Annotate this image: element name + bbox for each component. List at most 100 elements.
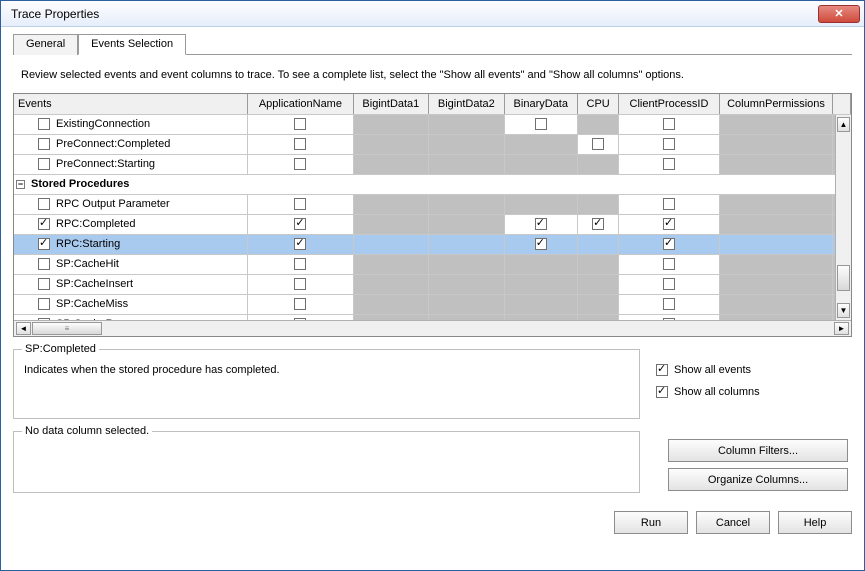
- cell-checkbox[interactable]: [663, 278, 675, 290]
- cell-checkbox[interactable]: [663, 258, 675, 270]
- tab-events-selection[interactable]: Events Selection: [78, 34, 186, 55]
- cell-checkbox[interactable]: [535, 118, 547, 130]
- grid-cell[interactable]: [619, 134, 719, 154]
- grid-cell[interactable]: [577, 214, 618, 234]
- vertical-scroll-thumb[interactable]: [837, 265, 850, 291]
- grid-cell[interactable]: [248, 234, 353, 254]
- grid-cell[interactable]: [619, 234, 719, 254]
- cell-checkbox[interactable]: [663, 318, 675, 320]
- event-row[interactable]: RPC Output Parameter: [14, 194, 851, 214]
- cell-checkbox[interactable]: [294, 298, 306, 310]
- grid-cell[interactable]: [248, 194, 353, 214]
- cell-checkbox[interactable]: [592, 218, 604, 230]
- cell-checkbox[interactable]: [294, 158, 306, 170]
- cell-na: [577, 194, 618, 214]
- horizontal-scrollbar[interactable]: ◄ ≡ ►: [14, 320, 851, 336]
- grid-cell[interactable]: [248, 114, 353, 134]
- vertical-scrollbar[interactable]: ▲ ▼: [835, 115, 851, 320]
- event-row[interactable]: PreConnect:Starting: [14, 154, 851, 174]
- grid-cell[interactable]: [248, 274, 353, 294]
- event-checkbox[interactable]: [38, 218, 50, 230]
- scroll-right-arrow-icon[interactable]: ►: [834, 322, 849, 335]
- grid-cell[interactable]: [248, 294, 353, 314]
- organize-columns-button[interactable]: Organize Columns...: [668, 468, 848, 491]
- cell-checkbox[interactable]: [663, 238, 675, 250]
- event-checkbox[interactable]: [38, 278, 50, 290]
- grid-cell[interactable]: [504, 234, 577, 254]
- event-checkbox[interactable]: [38, 138, 50, 150]
- run-button[interactable]: Run: [614, 511, 688, 534]
- event-label: SP:CacheInsert: [56, 278, 133, 290]
- show-all-events-checkbox[interactable]: [656, 364, 668, 376]
- event-row[interactable]: SP:CacheHit: [14, 254, 851, 274]
- cell-checkbox[interactable]: [663, 138, 675, 150]
- col-events[interactable]: Events: [14, 94, 248, 114]
- event-row[interactable]: ExistingConnection: [14, 114, 851, 134]
- grid-cell[interactable]: [248, 254, 353, 274]
- col-bigintdata2[interactable]: BigintData2: [429, 94, 504, 114]
- cell-checkbox[interactable]: [294, 198, 306, 210]
- collapse-icon[interactable]: −: [16, 180, 25, 189]
- cancel-button[interactable]: Cancel: [696, 511, 770, 534]
- event-checkbox[interactable]: [38, 298, 50, 310]
- event-checkbox[interactable]: [38, 258, 50, 270]
- col-clientprocessid[interactable]: ClientProcessID: [619, 94, 719, 114]
- cell-checkbox[interactable]: [592, 138, 604, 150]
- cell-checkbox[interactable]: [535, 238, 547, 250]
- cell-checkbox[interactable]: [294, 218, 306, 230]
- grid-cell[interactable]: [619, 194, 719, 214]
- event-checkbox[interactable]: [38, 238, 50, 250]
- scroll-left-arrow-icon[interactable]: ◄: [16, 322, 31, 335]
- event-description-box: SP:Completed Indicates when the stored p…: [13, 349, 640, 419]
- grid-cell[interactable]: [619, 274, 719, 294]
- event-row[interactable]: SP:CacheMiss: [14, 294, 851, 314]
- grid-cell[interactable]: [619, 154, 719, 174]
- grid-cell[interactable]: [619, 114, 719, 134]
- help-button[interactable]: Help: [778, 511, 852, 534]
- horizontal-scroll-thumb[interactable]: ≡: [32, 322, 102, 335]
- cell-checkbox[interactable]: [294, 138, 306, 150]
- grid-cell[interactable]: [619, 214, 719, 234]
- event-row[interactable]: SP:CacheInsert: [14, 274, 851, 294]
- event-row[interactable]: RPC:Completed: [14, 214, 851, 234]
- col-bigintdata1[interactable]: BigintData1: [353, 94, 428, 114]
- close-button[interactable]: ✕: [818, 5, 860, 23]
- event-checkbox[interactable]: [38, 118, 50, 130]
- cell-checkbox[interactable]: [294, 238, 306, 250]
- col-applicationname[interactable]: ApplicationName: [248, 94, 353, 114]
- grid-cell[interactable]: [248, 134, 353, 154]
- scroll-up-arrow-icon[interactable]: ▲: [837, 117, 850, 132]
- cell-checkbox[interactable]: [663, 298, 675, 310]
- event-row[interactable]: PreConnect:Completed: [14, 134, 851, 154]
- event-checkbox[interactable]: [38, 198, 50, 210]
- grid-cell[interactable]: [619, 254, 719, 274]
- scroll-down-arrow-icon[interactable]: ▼: [837, 303, 850, 318]
- cell-checkbox[interactable]: [294, 118, 306, 130]
- event-checkbox[interactable]: [38, 158, 50, 170]
- col-cpu[interactable]: CPU: [577, 94, 618, 114]
- grid-cell[interactable]: [619, 294, 719, 314]
- col-scroll-spacer: [833, 94, 851, 114]
- column-filters-button[interactable]: Column Filters...: [668, 439, 848, 462]
- show-all-columns-checkbox[interactable]: [656, 386, 668, 398]
- cell-checkbox[interactable]: [663, 158, 675, 170]
- cell-checkbox[interactable]: [294, 318, 306, 320]
- grid-cell[interactable]: [248, 154, 353, 174]
- cell-checkbox[interactable]: [663, 218, 675, 230]
- cell-checkbox[interactable]: [535, 218, 547, 230]
- group-row[interactable]: −Stored Procedures: [14, 174, 851, 194]
- tab-general[interactable]: General: [13, 34, 78, 55]
- grid-cell[interactable]: [248, 214, 353, 234]
- event-description-heading: SP:Completed: [22, 343, 99, 355]
- grid-cell[interactable]: [504, 214, 577, 234]
- cell-checkbox[interactable]: [294, 278, 306, 290]
- cell-checkbox[interactable]: [663, 118, 675, 130]
- col-columnpermissions[interactable]: ColumnPermissions: [719, 94, 833, 114]
- grid-cell[interactable]: [577, 134, 618, 154]
- grid-cell[interactable]: [504, 114, 577, 134]
- cell-checkbox[interactable]: [663, 198, 675, 210]
- event-checkbox[interactable]: [38, 318, 50, 320]
- col-binarydata[interactable]: BinaryData: [504, 94, 577, 114]
- cell-checkbox[interactable]: [294, 258, 306, 270]
- event-row[interactable]: RPC:Starting: [14, 234, 851, 254]
